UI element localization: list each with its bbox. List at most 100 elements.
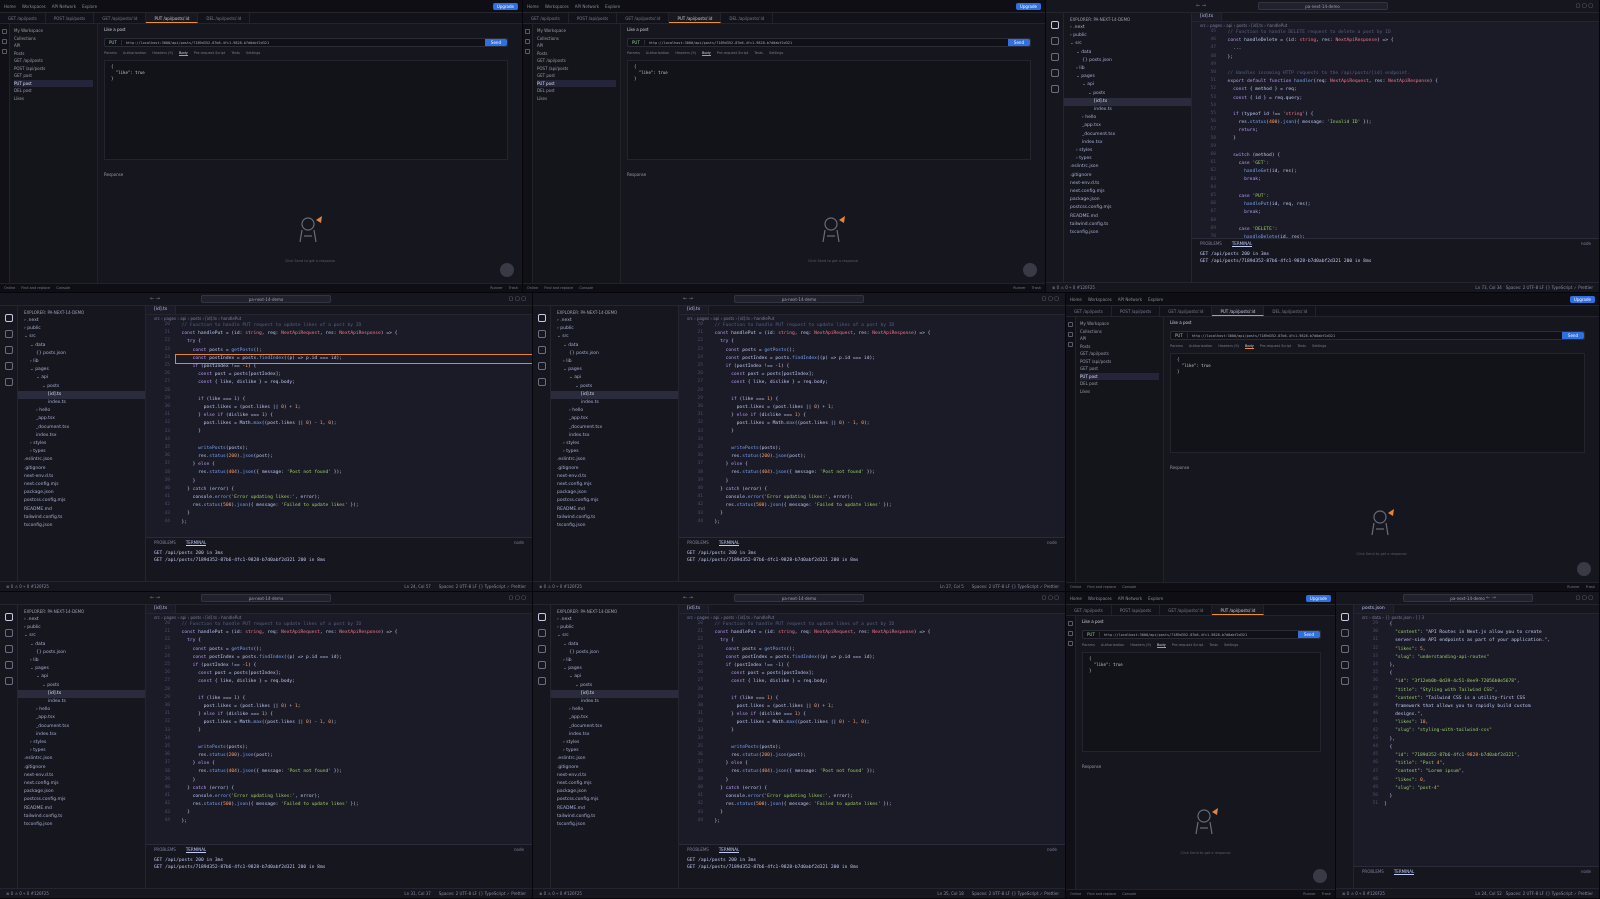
code-line[interactable]: { bbox=[1384, 670, 1599, 678]
file-tree-item[interactable]: ⌄ src bbox=[18, 632, 145, 640]
code-line[interactable]: } bbox=[176, 428, 532, 436]
file-tree-item[interactable]: index.tsx bbox=[1064, 139, 1191, 147]
file-tree-item[interactable]: next.config.mjs bbox=[1064, 188, 1191, 196]
nav-explore[interactable]: Explore bbox=[605, 4, 620, 9]
subtab-settings[interactable]: Settings bbox=[769, 51, 783, 56]
status-runner[interactable]: Runner bbox=[490, 286, 503, 290]
file-tree-item[interactable]: {} posts.json bbox=[551, 350, 678, 358]
file-tree-item[interactable]: ⌄ pages bbox=[551, 665, 678, 673]
file-tree-item[interactable]: {} posts.json bbox=[551, 649, 678, 657]
history-icon[interactable] bbox=[1068, 641, 1073, 646]
file-tree-item[interactable]: tsconfig.json bbox=[18, 522, 145, 530]
file-tree-item[interactable]: index.tsx bbox=[18, 731, 145, 739]
file-tree-item[interactable]: .gitignore bbox=[551, 764, 678, 772]
status-trash[interactable]: Trash bbox=[1586, 585, 1595, 589]
code-line[interactable]: "slug": "understanding-api-routes" bbox=[1384, 654, 1599, 662]
tree-item[interactable]: My Workspace bbox=[14, 27, 93, 35]
tree-item[interactable]: Posts bbox=[537, 50, 616, 58]
file-tree-item[interactable]: › hello bbox=[18, 706, 145, 714]
status-editor-info[interactable]: Spaces: 2 UTF-8 LF {} TypeScript ✓ Prett… bbox=[1506, 285, 1593, 290]
editor-tab-active[interactable]: posts.json bbox=[1354, 605, 1394, 613]
code-line[interactable]: "title": "Post 4", bbox=[1384, 760, 1599, 768]
file-tree-item[interactable]: README.md bbox=[18, 506, 145, 514]
file-tree-item[interactable]: index.ts bbox=[18, 698, 145, 706]
command-center-search[interactable]: pa-next-14-demo bbox=[201, 594, 331, 602]
code-line[interactable]: res.status(500).json({ message: 'Failed … bbox=[709, 801, 1065, 809]
status-console[interactable]: Console bbox=[579, 286, 593, 290]
code-line[interactable]: "content": "Tailwind CSS is a utility-fi… bbox=[1384, 695, 1599, 703]
status-cursor-position[interactable]: Ln 35, Col 18 bbox=[937, 891, 963, 896]
collections-icon[interactable] bbox=[525, 29, 530, 34]
code-line[interactable]: if (postIndex !== -1) { bbox=[709, 363, 1065, 371]
status-trash[interactable]: Trash bbox=[509, 286, 518, 290]
subtab-params[interactable]: Params bbox=[627, 51, 640, 56]
code-line[interactable]: }; bbox=[176, 519, 532, 527]
file-tree-item[interactable]: .gitignore bbox=[1064, 172, 1191, 180]
request-title[interactable]: Like a post bbox=[1082, 619, 1104, 624]
code-line[interactable]: if (typeof id !== 'string') { bbox=[1222, 111, 1599, 119]
editor-tab-active[interactable]: [id].ts bbox=[146, 306, 177, 314]
code-line[interactable]: } else { bbox=[176, 461, 532, 469]
code-line[interactable]: const postIndex = posts.findIndex((p) =>… bbox=[175, 353, 532, 364]
subtab-settings[interactable]: Settings bbox=[1312, 344, 1326, 349]
status-runner[interactable]: Runner bbox=[1303, 892, 1316, 896]
file-tree-item[interactable]: › lib bbox=[551, 657, 678, 665]
tab-delete-post[interactable]: DEL /api/posts/:id bbox=[198, 13, 251, 23]
source-control-icon[interactable] bbox=[4, 346, 13, 354]
file-tree-item[interactable]: ⌄ api bbox=[18, 673, 145, 681]
search-icon[interactable] bbox=[537, 330, 546, 338]
file-tree-item[interactable]: ⌄ posts bbox=[18, 682, 145, 690]
code-editor[interactable]: 20 // Function to handle PUT request to … bbox=[679, 322, 1065, 527]
status-find[interactable]: Find and replace bbox=[1087, 585, 1116, 589]
environments-icon[interactable] bbox=[2, 39, 7, 44]
file-tree-item[interactable]: › lib bbox=[18, 657, 145, 665]
file-tree-item[interactable]: next-env.d.ts bbox=[551, 473, 678, 481]
search-icon[interactable] bbox=[537, 629, 546, 637]
code-line[interactable]: res.status(404).json({ message: 'Post no… bbox=[709, 768, 1065, 776]
code-line[interactable]: // Function to handle PUT request to upd… bbox=[176, 621, 532, 629]
terminal-shell-label[interactable]: node bbox=[514, 540, 524, 546]
file-tree-item[interactable]: postcss.config.mjs bbox=[1064, 204, 1191, 212]
extensions-icon[interactable] bbox=[1050, 85, 1059, 93]
method-select[interactable]: PUT bbox=[1171, 333, 1188, 338]
code-line[interactable]: } catch (error) { bbox=[176, 785, 532, 793]
subtab-authorization[interactable]: Authorization bbox=[123, 51, 146, 56]
tab-get-posts[interactable]: GET /api/posts bbox=[523, 13, 569, 23]
subtab-headers[interactable]: Headers (9) bbox=[152, 51, 173, 56]
nav-home[interactable]: Home bbox=[4, 4, 16, 9]
file-tree-item[interactable]: {} posts.json bbox=[18, 649, 145, 657]
file-tree-item[interactable]: ⌄ api bbox=[18, 374, 145, 382]
file-tree-item[interactable]: › types bbox=[551, 448, 678, 456]
window-controls-icon[interactable]: ▢ ▢ ▢ bbox=[1576, 595, 1593, 601]
status-console[interactable]: Console bbox=[56, 286, 70, 290]
tab-problems[interactable]: PROBLEMS bbox=[1200, 241, 1222, 247]
tab-get-post[interactable]: GET /api/posts/:id bbox=[1160, 605, 1213, 615]
status-cursor-position[interactable]: Ln 27, Col 5 bbox=[940, 584, 964, 589]
file-tree-item[interactable]: tailwind.config.ts bbox=[551, 813, 678, 821]
code-line[interactable]: const { id } = req.query; bbox=[1222, 95, 1599, 103]
file-tree-item[interactable]: ⌄ pages bbox=[551, 366, 678, 374]
file-tree-item[interactable]: index.ts bbox=[18, 399, 145, 407]
window-controls-icon[interactable]: ▢ ▢ ▢ bbox=[1042, 296, 1059, 302]
file-tree-item[interactable]: tailwind.config.ts bbox=[18, 813, 145, 821]
subtab-body[interactable]: Body bbox=[179, 51, 188, 56]
code-line[interactable]: const { like, dislike } = req.body; bbox=[176, 379, 532, 387]
file-tree-item[interactable]: ⌄ posts bbox=[1064, 90, 1191, 98]
file-tree-item[interactable]: › lib bbox=[551, 358, 678, 366]
file-tree-item[interactable]: tailwind.config.ts bbox=[1064, 221, 1191, 229]
file-tree-item[interactable]: tsconfig.json bbox=[18, 821, 145, 829]
command-center-search[interactable]: pa-next-14-demo bbox=[1402, 594, 1533, 602]
window-controls-icon[interactable]: ▢ ▢ ▢ bbox=[509, 595, 526, 601]
file-tree-item[interactable]: .eslintrc.json bbox=[18, 755, 145, 763]
file-tree-item[interactable]: › hello bbox=[1064, 114, 1191, 122]
tree-item[interactable]: My Workspace bbox=[1080, 320, 1159, 328]
help-bubble-icon[interactable] bbox=[1577, 562, 1591, 576]
code-line[interactable]: console.error('Error updating likes:', e… bbox=[709, 793, 1065, 801]
code-line[interactable]: post.likes = Math.max((post.likes || 0) … bbox=[176, 420, 532, 428]
code-line[interactable]: }; bbox=[709, 818, 1065, 826]
explorer-icon[interactable] bbox=[4, 613, 13, 621]
body-text[interactable]: { "like": true } bbox=[105, 61, 507, 85]
status-online[interactable]: Online bbox=[1070, 892, 1081, 896]
file-tree-item[interactable]: › public bbox=[1064, 32, 1191, 40]
file-tree-item[interactable]: README.md bbox=[1064, 213, 1191, 221]
